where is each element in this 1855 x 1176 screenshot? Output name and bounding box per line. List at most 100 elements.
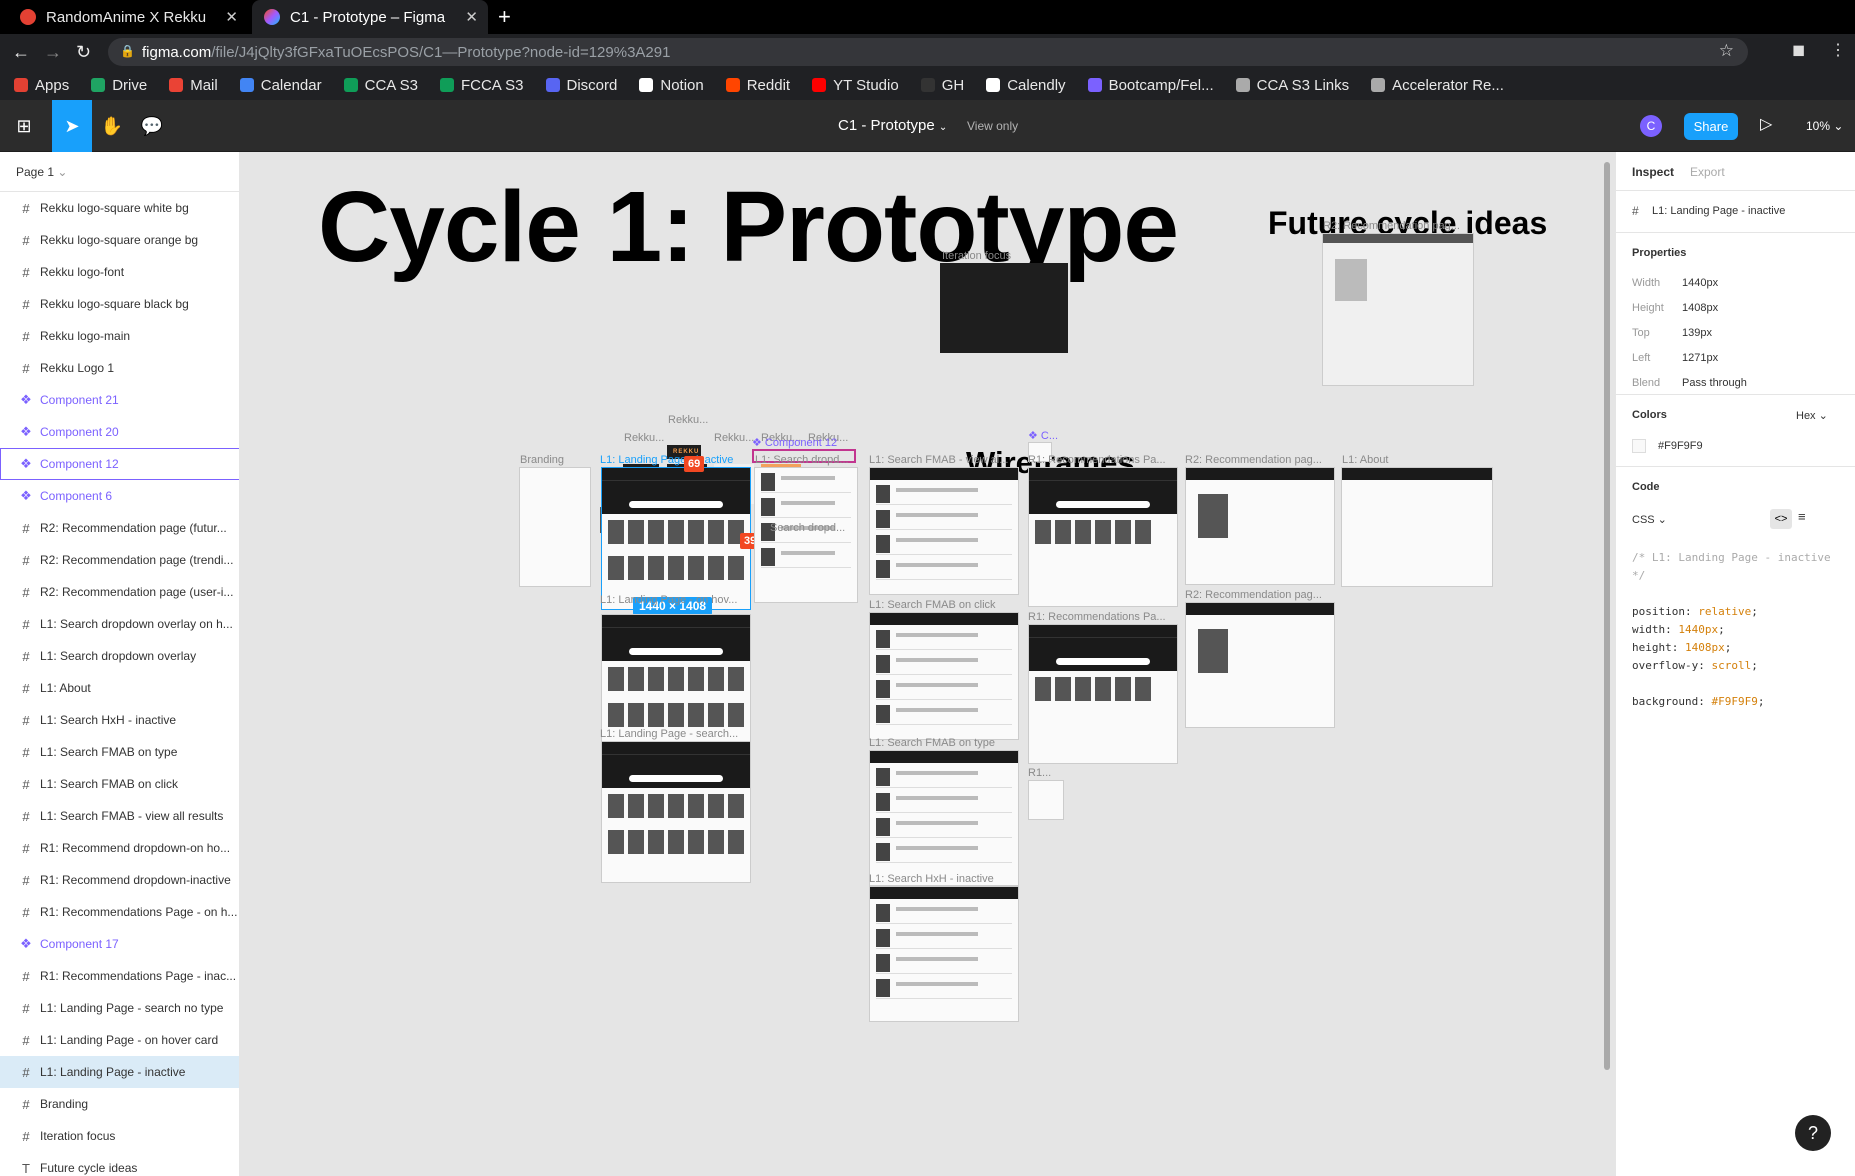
browser-tab-active[interactable]: C1 - Prototype – Figma ✕: [252, 0, 488, 34]
page-selector[interactable]: Page 1 ⌄: [16, 165, 67, 179]
tab-inspect[interactable]: Inspect: [1632, 165, 1674, 179]
layer-item[interactable]: # R2: Recommendation page (futur...: [0, 512, 239, 544]
figma-canvas[interactable]: Cycle 1: Prototype Future cycle ideas Wi…: [240, 152, 1615, 1176]
bookmark-item[interactable]: Discord: [545, 77, 617, 94]
layer-item[interactable]: ❖ Component 12: [0, 448, 239, 480]
layer-item[interactable]: # Iteration focus: [0, 1120, 239, 1152]
iteration-focus-frame[interactable]: [940, 263, 1068, 353]
property-value[interactable]: Pass through: [1682, 377, 1747, 389]
avatar[interactable]: C: [1640, 115, 1662, 137]
bookmark-item[interactable]: Notion: [639, 77, 704, 94]
help-button[interactable]: ?: [1795, 1115, 1831, 1151]
layer-item[interactable]: # Rekku logo-font: [0, 256, 239, 288]
branding-frame[interactable]: [519, 467, 591, 587]
bookmark-item[interactable]: CCA S3 Links: [1235, 77, 1349, 94]
layer-item[interactable]: # L1: Search HxH - inactive: [0, 704, 239, 736]
layer-item[interactable]: # R2: Recommendation page (trendi...: [0, 544, 239, 576]
landing-search-frame[interactable]: [601, 741, 751, 883]
r1-recs-hover-frame[interactable]: [1028, 624, 1178, 764]
browser-tab[interactable]: RandomAnime X Rekku ✕: [8, 0, 248, 34]
present-play-icon[interactable]: ▷: [1760, 114, 1772, 134]
property-value[interactable]: 1440px: [1682, 277, 1718, 289]
layer-item[interactable]: # Rekku logo-square white bg: [0, 192, 239, 224]
layer-item[interactable]: T Future cycle ideas: [0, 1152, 239, 1176]
layer-item[interactable]: # Rekku logo-square black bg: [0, 288, 239, 320]
layer-item[interactable]: # R1: Recommend dropdown-on ho...: [0, 832, 239, 864]
layer-item[interactable]: # Branding: [0, 1088, 239, 1120]
r1-recs-frame[interactable]: [1028, 467, 1178, 607]
hxh-inactive-frame[interactable]: [869, 886, 1019, 1022]
r2-rec-frame[interactable]: [1185, 467, 1335, 585]
file-title[interactable]: C1 - Prototype ⌄: [838, 117, 947, 134]
list-view-icon[interactable]: ≡: [1798, 509, 1806, 524]
property-value[interactable]: 1408px: [1682, 302, 1718, 314]
layer-item[interactable]: # L1: About: [0, 672, 239, 704]
property-value[interactable]: 139px: [1682, 327, 1712, 339]
layer-item[interactable]: # L1: Search dropdown overlay on h...: [0, 608, 239, 640]
frame-label: L1: Search FMAB - view al...: [869, 454, 1009, 466]
layer-item[interactable]: # R2: Recommendation page (user-i...: [0, 576, 239, 608]
layer-item[interactable]: # L1: Search dropdown overlay: [0, 640, 239, 672]
code-view-icon[interactable]: <>: [1770, 509, 1792, 529]
fmab-type-frame[interactable]: [869, 750, 1019, 886]
r2-rec-2-frame[interactable]: [1185, 602, 1335, 728]
layer-item[interactable]: ❖ Component 17: [0, 928, 239, 960]
layer-item[interactable]: # L1: Search FMAB on type: [0, 736, 239, 768]
search-dropdown-frame[interactable]: [754, 467, 858, 603]
fmab-click-frame[interactable]: [869, 612, 1019, 740]
color-format-dropdown[interactable]: Hex ⌄: [1796, 409, 1828, 422]
menu-dots-icon[interactable]: ⋮: [1830, 40, 1846, 60]
forward-icon[interactable]: →: [44, 42, 62, 63]
share-button[interactable]: Share: [1684, 113, 1738, 140]
future-cycle-frame[interactable]: [1322, 233, 1474, 386]
bookmark-item[interactable]: FCCA S3: [439, 77, 524, 94]
layer-item[interactable]: ❖ Component 6: [0, 480, 239, 512]
bookmark-item[interactable]: GH: [920, 77, 964, 94]
close-tab-icon[interactable]: ✕: [465, 8, 478, 26]
bookmark-item[interactable]: Calendly: [986, 77, 1066, 94]
bookmark-item[interactable]: Apps: [14, 77, 69, 94]
zoom-dropdown[interactable]: 10% ⌄: [1806, 119, 1843, 133]
back-icon[interactable]: ←: [12, 42, 30, 63]
layer-item[interactable]: # R1: Recommendations Page - inac...: [0, 960, 239, 992]
comment-tool-icon[interactable]: 💬: [132, 100, 172, 152]
canvas-scrollbar[interactable]: [1604, 162, 1610, 1070]
bookmark-item[interactable]: Reddit: [725, 77, 790, 94]
hand-tool-icon[interactable]: ✋: [92, 100, 132, 152]
layer-item[interactable]: ❖ Component 20: [0, 416, 239, 448]
layer-item[interactable]: # L1: Landing Page - search no type: [0, 992, 239, 1024]
extension-icon[interactable]: ◼: [1792, 40, 1805, 60]
fmab-view-all-frame[interactable]: [869, 467, 1019, 595]
bookmark-item[interactable]: Mail: [169, 77, 218, 94]
layer-item[interactable]: # L1: Landing Page - inactive: [0, 1056, 239, 1088]
layer-item[interactable]: # L1: Search FMAB - view all results: [0, 800, 239, 832]
bookmark-item[interactable]: CCA S3: [343, 77, 418, 94]
bookmark-item[interactable]: YT Studio: [812, 77, 899, 94]
landing-hover-frame[interactable]: [601, 614, 751, 742]
layer-item[interactable]: # R1: Recommend dropdown-inactive: [0, 864, 239, 896]
layer-item[interactable]: # L1: Search FMAB on click: [0, 768, 239, 800]
close-tab-icon[interactable]: ✕: [225, 8, 238, 26]
layer-item[interactable]: # Rekku Logo 1: [0, 352, 239, 384]
move-tool-icon[interactable]: ➤: [52, 100, 92, 152]
bookmark-star-icon[interactable]: ☆: [1719, 41, 1734, 61]
layer-item[interactable]: # R1: Recommendations Page - on h...: [0, 896, 239, 928]
bookmark-item[interactable]: Calendar: [239, 77, 322, 94]
layer-item[interactable]: # L1: Landing Page - on hover card: [0, 1024, 239, 1056]
r1-dropdown-frame[interactable]: [1028, 780, 1064, 820]
bookmark-item[interactable]: Accelerator Re...: [1371, 77, 1504, 94]
new-tab-button[interactable]: +: [498, 4, 511, 30]
layer-item[interactable]: ❖ Component 21: [0, 384, 239, 416]
code-language-dropdown[interactable]: CSS ⌄: [1632, 513, 1667, 526]
figma-menu-icon[interactable]: ⊞: [4, 100, 44, 152]
color-value[interactable]: #F9F9F9: [1658, 440, 1703, 452]
reload-icon[interactable]: ↻: [76, 42, 91, 63]
about-frame[interactable]: [1341, 467, 1493, 587]
tab-export[interactable]: Export: [1690, 165, 1725, 179]
bookmark-item[interactable]: Drive: [91, 77, 147, 94]
layer-item[interactable]: # Rekku logo-main: [0, 320, 239, 352]
property-value[interactable]: 1271px: [1682, 352, 1718, 364]
layer-item[interactable]: # Rekku logo-square orange bg: [0, 224, 239, 256]
bookmark-item[interactable]: Bootcamp/Fel...: [1087, 77, 1214, 94]
url-input[interactable]: 🔒 figma.com/file/J4jQlty3fGFxaTuOEcsPOS/…: [108, 38, 1748, 66]
